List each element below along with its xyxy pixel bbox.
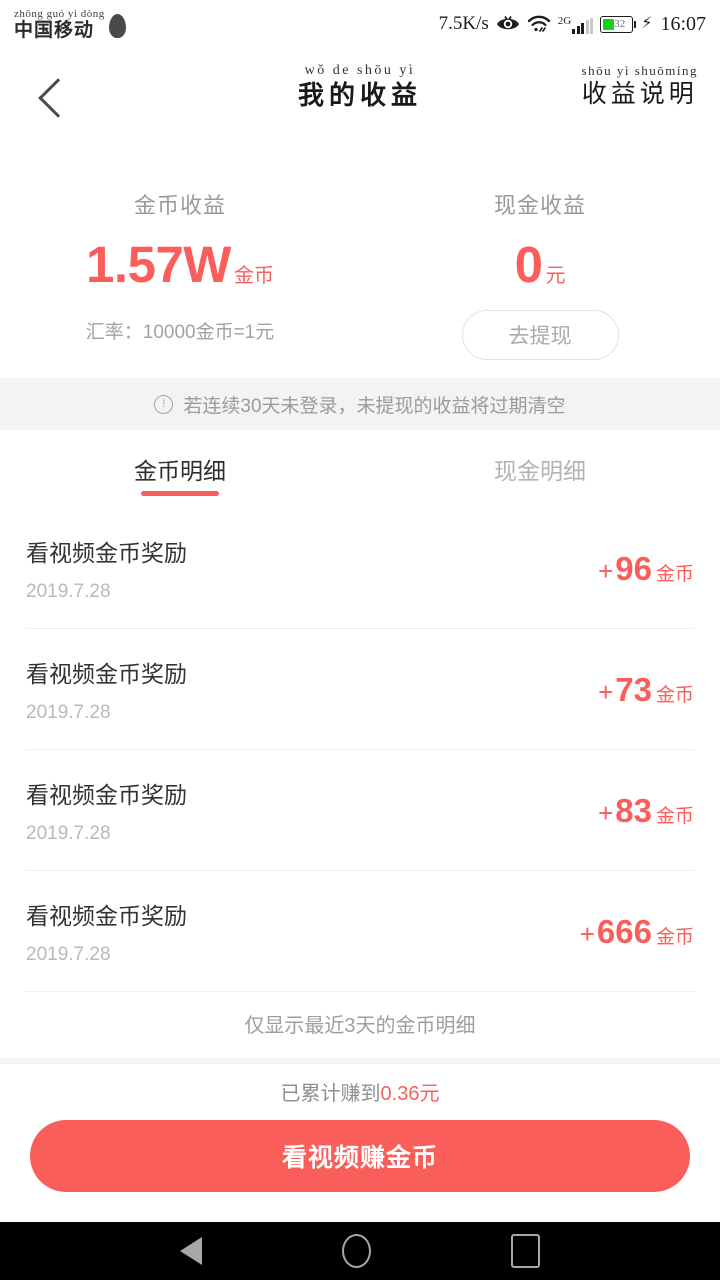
earnings-rule-button[interactable]: shōu yì shuōmíng 收益说明 — [582, 64, 698, 107]
row-title: 看视频金币奖励 — [26, 660, 187, 687]
row-date: 2019.7.28 — [26, 701, 111, 723]
nav-home-icon[interactable] — [342, 1234, 371, 1268]
row-amount: + 83 金币 — [598, 794, 694, 827]
expiry-notice-text: 若连续30天未登录，未提现的收益将过期清空 — [183, 395, 566, 417]
carrier-name: 中国移动 — [14, 19, 95, 41]
earnings-rule-pinyin: shōu yì shuōmíng — [581, 63, 698, 78]
android-nav-bar — [0, 1222, 720, 1280]
row-amount-value: 73 — [615, 670, 652, 708]
eye-icon — [496, 15, 520, 33]
coin-earnings-value: 1.57W 金币 — [86, 239, 274, 290]
cash-earnings-unit: 元 — [545, 265, 566, 287]
bottom-action-bar: 已累计赚到0.36元 看视频赚金币 — [0, 1064, 720, 1222]
list-footer-note: 仅显示最近3天的金币明细 — [0, 992, 720, 1054]
row-amount-sign: + — [579, 918, 595, 949]
row-amount-value: 83 — [615, 791, 652, 829]
battery-icon: 32 — [600, 15, 637, 33]
status-bar: zhōng guó yi dòng 中国移动 7.5K/s 2G 32 ⚡ 16… — [0, 0, 720, 48]
cumulative-earnings: 已累计赚到0.36元 — [281, 1077, 440, 1106]
network-speed-label: 7.5K/s — [438, 13, 489, 34]
earnings-summary: 金币收益 1.57W 金币 汇率：10000金币=1元 现金收益 0 元 去提现 — [0, 146, 720, 378]
row-amount-unit: 金币 — [655, 805, 694, 827]
coin-earnings-label: 金币收益 — [133, 193, 226, 218]
table-row[interactable]: 看视频金币奖励 2019.7.28 + 73 金币 — [26, 629, 694, 750]
tab-inactive-underline — [501, 491, 579, 496]
table-row[interactable]: 看视频金币奖励 2019.7.28 + 96 金币 — [26, 508, 694, 629]
row-title: 看视频金币奖励 — [26, 539, 187, 566]
tab-coin-detail[interactable]: 金币明细 — [0, 430, 360, 508]
row-amount: + 73 金币 — [598, 673, 694, 706]
status-bar-right: 7.5K/s 2G 32 ⚡ 16:07 — [439, 13, 706, 36]
exchange-rate-label: 汇率：10000金币=1元 — [85, 322, 275, 343]
withdraw-button[interactable]: 去提现 — [461, 310, 619, 360]
row-amount-sign: + — [598, 555, 614, 586]
cash-earnings-panel: 现金收益 0 元 去提现 — [360, 146, 720, 378]
wifi-icon — [527, 15, 551, 33]
row-amount-value: 666 — [596, 912, 652, 950]
app-header: wǒ de shōu yì 我的收益 shōu yì shuōmíng 收益说明 — [0, 48, 720, 146]
row-title: 看视频金币奖励 — [26, 902, 187, 929]
nav-back-icon[interactable] — [180, 1237, 202, 1265]
expiry-notice-banner: ! 若连续30天未登录，未提现的收益将过期清空 — [0, 378, 720, 430]
table-row[interactable]: 看视频金币奖励 2019.7.28 + 83 金币 — [26, 750, 694, 871]
tab-cash-detail-label: 现金明细 — [494, 458, 586, 484]
row-date: 2019.7.28 — [26, 822, 111, 844]
row-info: 看视频金币奖励 2019.7.28 — [26, 776, 187, 845]
coin-earnings-amount: 1.57W — [86, 236, 231, 293]
carrier-block: zhōng guó yi dòng 中国移动 — [14, 7, 105, 41]
signal-icon: 2G — [557, 14, 594, 34]
cumulative-prefix: 已累计赚到 — [280, 1083, 381, 1105]
tab-cash-detail[interactable]: 现金明细 — [360, 430, 720, 508]
row-amount-unit: 金币 — [655, 926, 694, 948]
row-title: 看视频金币奖励 — [26, 781, 187, 808]
row-info: 看视频金币奖励 2019.7.28 — [26, 534, 187, 603]
earnings-rule-label: 收益说明 — [581, 81, 698, 108]
tab-coin-detail-label: 金币明细 — [134, 458, 226, 484]
cash-earnings-amount: 0 — [514, 236, 543, 293]
app-screen: zhōng guó yi dòng 中国移动 7.5K/s 2G 32 ⚡ 16… — [0, 0, 720, 1280]
row-amount-sign: + — [598, 676, 614, 707]
earnings-list: 看视频金币奖励 2019.7.28 + 96 金币 看视频金币奖励 2019.7… — [0, 508, 720, 1054]
qq-penguin-icon — [108, 13, 126, 38]
carrier-pinyin: zhōng guó yi dòng — [14, 7, 105, 20]
row-amount-value: 96 — [615, 549, 652, 587]
watch-video-earn-coins-button[interactable]: 看视频赚金币 — [30, 1120, 690, 1192]
charging-bolt-icon: ⚡ — [641, 15, 653, 32]
coin-earnings-unit: 金币 — [233, 265, 274, 287]
detail-tabs: 金币明细 现金明细 — [0, 430, 720, 508]
row-info: 看视频金币奖励 2019.7.28 — [26, 655, 187, 724]
info-circle-icon: ! — [154, 394, 174, 414]
row-info: 看视频金币奖励 2019.7.28 — [26, 897, 187, 966]
row-amount: + 96 金币 — [598, 552, 694, 585]
network-type-label: 2G — [557, 14, 572, 27]
row-amount-unit: 金币 — [655, 684, 694, 706]
clock-label: 16:07 — [660, 12, 706, 35]
cumulative-value: 0.36元 — [380, 1083, 440, 1105]
cash-earnings-value: 0 元 — [515, 239, 566, 290]
row-date: 2019.7.28 — [26, 943, 111, 965]
signal-bars — [572, 17, 594, 34]
battery-level-label: 32 — [614, 18, 626, 30]
row-amount: + 666 金币 — [580, 915, 694, 948]
row-amount-unit: 金币 — [655, 563, 694, 585]
nav-recent-icon[interactable] — [511, 1234, 540, 1268]
row-date: 2019.7.28 — [26, 580, 111, 602]
row-amount-sign: + — [598, 797, 614, 828]
status-bar-left: zhōng guó yi dòng 中国移动 — [14, 7, 126, 41]
coin-earnings-panel: 金币收益 1.57W 金币 汇率：10000金币=1元 — [0, 146, 360, 378]
tab-active-underline — [141, 491, 219, 496]
cash-earnings-label: 现金收益 — [493, 193, 586, 218]
table-row[interactable]: 看视频金币奖励 2019.7.28 + 666 金币 — [26, 871, 694, 992]
